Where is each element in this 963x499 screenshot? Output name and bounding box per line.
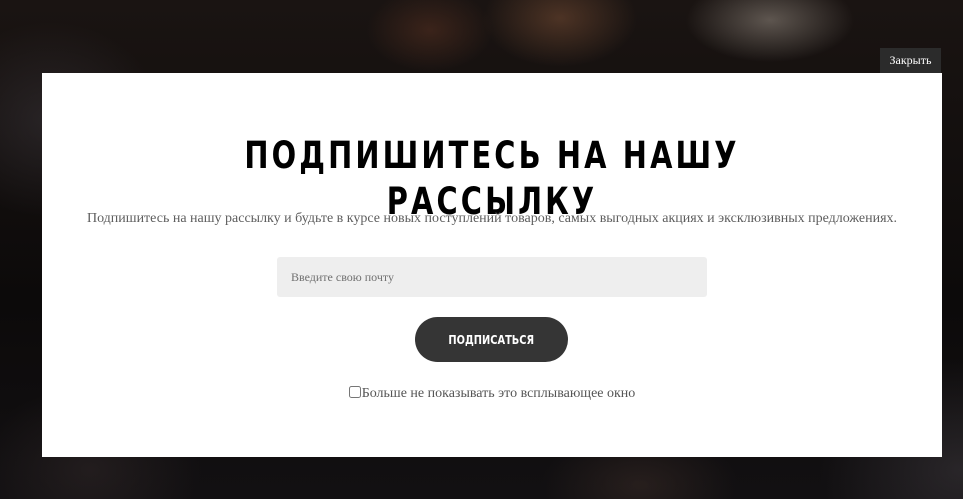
subscribe-button[interactable]: ПОДПИСАТЬСЯ	[415, 317, 568, 362]
close-button[interactable]: Закрыть	[880, 48, 941, 73]
subscribe-button-label: ПОДПИСАТЬСЯ	[448, 332, 535, 347]
popup-description: Подпишитесь на нашу рассылку и будьте в …	[86, 211, 898, 226]
dont-show-label: Больше не показывать это всплывающее окн…	[361, 386, 636, 401]
dont-show-again[interactable]: Больше не показывать это всплывающее окн…	[42, 385, 942, 403]
dont-show-checkbox[interactable]	[348, 386, 361, 398]
newsletter-popup: ПОДПИШИТЕСЬ НА НАШУ РАССЫЛКУ Подпишитесь…	[42, 73, 942, 457]
email-input[interactable]	[277, 257, 707, 297]
